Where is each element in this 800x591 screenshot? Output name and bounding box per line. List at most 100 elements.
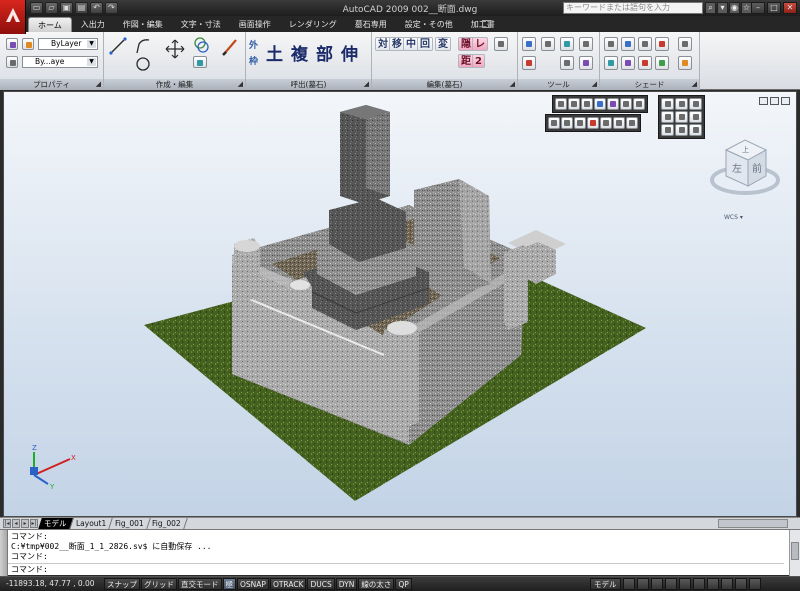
plot-icon[interactable]: ▤ [75, 2, 88, 14]
circle-tool-icon[interactable] [134, 56, 154, 72]
ortho-toggle[interactable]: 直交モード [178, 578, 222, 590]
tab-gravestone[interactable]: 墓石専用 [346, 17, 396, 32]
prev-layout-icon[interactable]: ◂ [12, 519, 20, 528]
model-space-button[interactable]: モデル [590, 578, 621, 590]
polar-toggle[interactable]: 極 [222, 578, 236, 590]
help-search-input[interactable]: キーワードまたは語句を入力 [563, 2, 703, 14]
viewcube-top-face[interactable]: 上 [742, 145, 749, 154]
color-wheel-icon[interactable] [6, 38, 18, 50]
tab-draw-edit[interactable]: 作図・編集 [114, 17, 172, 32]
polyline-tool-icon[interactable] [134, 36, 154, 56]
tab-settings[interactable]: 設定・その他 [396, 17, 462, 32]
light-icon[interactable] [604, 56, 618, 70]
communication-center-icon[interactable]: ◉ [729, 2, 740, 14]
drawing-viewport[interactable]: Z X Y 上 左 前 WCS ▾ [3, 91, 797, 517]
workspace-icon[interactable] [720, 578, 733, 590]
otrack-toggle[interactable]: OTRACK [269, 578, 307, 590]
wcs-menu[interactable]: WCS ▾ [724, 214, 743, 221]
showmotion-icon[interactable] [692, 578, 705, 590]
undo-icon[interactable]: ↶ [90, 2, 103, 14]
save-icon[interactable]: ▣ [60, 2, 73, 14]
tab-text-dimension[interactable]: 文字・寸法 [172, 17, 230, 32]
pan-status-icon[interactable] [650, 578, 663, 590]
color-dropdown[interactable]: ByLayer ▼ [38, 38, 98, 50]
lock-icon[interactable] [734, 578, 747, 590]
lineweight-icon[interactable] [6, 56, 18, 68]
pan-icon[interactable] [541, 37, 555, 51]
steering-wheel-icon[interactable] [678, 578, 691, 590]
osnap-toggle[interactable]: OSNAP [237, 578, 269, 590]
command-line-grip[interactable] [0, 530, 8, 576]
quick-view-icon[interactable] [636, 578, 649, 590]
redo-icon[interactable]: ↷ [105, 2, 118, 14]
match-properties-icon[interactable] [22, 38, 34, 50]
viewcube-left-face[interactable]: 左 [732, 162, 742, 175]
qp-toggle[interactable]: QP [395, 578, 412, 590]
dyn-toggle[interactable]: DYN [335, 578, 358, 590]
tab-render[interactable]: レンダリング [280, 17, 346, 32]
zoom-status-icon[interactable] [664, 578, 677, 590]
measure-icon[interactable] [522, 56, 536, 70]
copy-tool-icon[interactable] [192, 36, 210, 54]
outer-label[interactable]: 外 [249, 38, 258, 51]
color-bars-icon[interactable] [678, 56, 692, 70]
part-button[interactable]: 部 [316, 40, 333, 65]
quick-calc-icon[interactable] [579, 56, 593, 70]
move-tool-icon[interactable] [164, 38, 186, 60]
block-editor-icon[interactable] [494, 37, 508, 51]
coordinate-readout[interactable]: -11893.18, 47.77 , 0.00 [6, 579, 95, 588]
search-icon[interactable]: ⌕ [705, 2, 716, 14]
linetype-dropdown[interactable]: By...aye ▼ [22, 56, 98, 68]
last-layout-icon[interactable]: ▸| [30, 519, 38, 528]
first-layout-icon[interactable]: |◂ [3, 519, 11, 528]
shade-realistic-icon[interactable] [638, 37, 652, 51]
horizontal-scrollbar[interactable] [718, 519, 788, 528]
material-icon[interactable] [621, 56, 635, 70]
layer-button[interactable]: レ [472, 37, 488, 51]
layout-view-icon[interactable] [622, 578, 635, 590]
viewcube[interactable]: 上 左 前 WCS ▾ [708, 128, 782, 224]
list-icon[interactable] [560, 56, 574, 70]
shade-hidden-icon[interactable] [621, 37, 635, 51]
minimize-icon[interactable]: – [751, 2, 765, 14]
tab-view[interactable]: 画面操作 [230, 17, 280, 32]
earth-button[interactable]: 土 [266, 40, 283, 65]
application-menu-button[interactable] [0, 0, 26, 34]
viewcube-front-face[interactable]: 前 [752, 162, 762, 175]
next-layout-icon[interactable]: ▸ [21, 519, 29, 528]
frame-label[interactable]: 枠 [249, 54, 258, 67]
search-options-icon[interactable]: ▾ [717, 2, 728, 14]
command-scrollbar[interactable] [789, 530, 800, 576]
maximize-icon[interactable]: □ [767, 2, 781, 14]
new-icon[interactable]: ▭ [30, 2, 43, 14]
layout-tab-fig002[interactable]: Fig_002 [146, 518, 188, 529]
close-icon[interactable]: ✕ [783, 2, 797, 14]
open-icon[interactable]: ▱ [45, 2, 58, 14]
layout-tab-model[interactable]: モデル [38, 518, 74, 529]
lineweight-toggle[interactable]: 線の太さ [358, 578, 395, 590]
snap-toggle[interactable]: スナップ [104, 578, 140, 590]
annotation-scale-icon[interactable] [706, 578, 719, 590]
properties-palette-icon[interactable] [560, 37, 574, 51]
visual-style-icon[interactable] [678, 37, 692, 51]
render-icon[interactable] [638, 56, 652, 70]
rotate-button[interactable]: 回 [417, 37, 433, 51]
ducs-toggle[interactable]: DUCS [307, 578, 335, 590]
layout-tab-fig001[interactable]: Fig_001 [108, 518, 151, 529]
grid-toggle[interactable]: グリッド [141, 578, 177, 590]
zoom-icon[interactable] [522, 37, 536, 51]
shade-conceptual-icon[interactable] [655, 37, 669, 51]
stretch-button[interactable]: 伸 [341, 40, 358, 65]
change-button[interactable]: 変 [435, 37, 451, 51]
rotate-tool-icon[interactable] [193, 56, 207, 68]
two-button[interactable]: 2 [472, 54, 485, 68]
ribbon-minimize-icon[interactable] [482, 20, 491, 28]
brush-tool-icon[interactable] [220, 36, 242, 58]
clean-screen-icon[interactable] [748, 578, 761, 590]
command-input[interactable]: コマンド: [8, 563, 784, 575]
tab-home[interactable]: ホーム [28, 17, 72, 32]
line-tool-icon[interactable] [108, 36, 128, 56]
multiple-button[interactable]: 複 [291, 40, 308, 65]
tab-insert[interactable]: 入出力 [72, 17, 114, 32]
layout-tab-layout1[interactable]: Layout1 [69, 518, 113, 529]
